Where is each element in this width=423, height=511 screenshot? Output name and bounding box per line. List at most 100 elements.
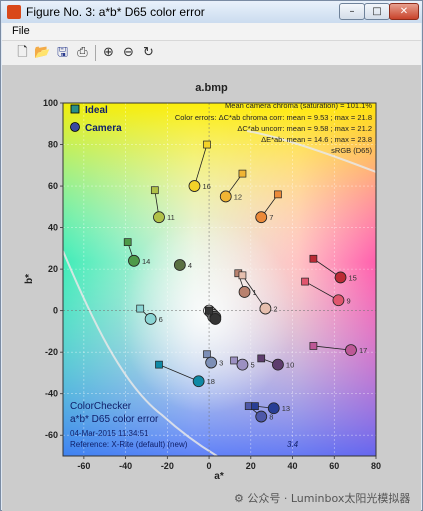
x-tick-label: 80 — [371, 461, 381, 471]
close-button[interactable]: ✕ — [389, 3, 419, 20]
x-axis-label: a* — [214, 471, 224, 482]
patch-label: 15 — [349, 273, 357, 282]
y-tick-label: 40 — [48, 223, 58, 233]
toolbar-separator — [95, 45, 96, 61]
x-tick-label: -20 — [161, 461, 174, 471]
chart-label-subtitle: a*b* D65 color error — [70, 414, 159, 425]
patch-label: 4 — [188, 261, 192, 270]
patch-label: 5 — [250, 361, 254, 370]
ideal-marker — [309, 342, 318, 350]
y-tick-label: 20 — [48, 264, 58, 274]
chart-label-colorchecker: ColorChecker — [70, 401, 132, 412]
minimize-button[interactable]: – — [339, 3, 365, 20]
ideal-marker — [251, 402, 259, 411]
camera-marker — [192, 375, 205, 388]
patch-label: 14 — [142, 257, 150, 266]
camera-marker — [188, 180, 201, 192]
patch-label: 2 — [273, 305, 277, 314]
patch-label: 3 — [219, 359, 223, 368]
corner-value: 3.4 — [287, 440, 299, 449]
camera-marker — [238, 286, 251, 298]
y-tick-label: 0 — [53, 306, 58, 316]
legend-ideal-marker — [70, 104, 80, 114]
chart-label-date: 04-Mar-2015 11:34:51 — [70, 429, 149, 438]
figure-window: Figure No. 3: a*b* D65 color error – □ ✕… — [0, 0, 423, 511]
ideal-marker — [238, 169, 247, 178]
ideal-marker — [205, 306, 213, 315]
camera-marker — [128, 254, 140, 267]
legend-ideal-label: Ideal — [85, 105, 108, 116]
ideal-marker — [155, 360, 163, 369]
zoom-out-icon[interactable]: ⊖ — [120, 44, 137, 61]
info-line-chroma-corr: Color errors: ΔC*ab chroma corr: mean = … — [175, 113, 372, 122]
patch-label: 17 — [359, 346, 367, 355]
patch-label: 18 — [207, 377, 215, 386]
camera-marker — [255, 211, 268, 224]
ideal-marker — [274, 190, 282, 199]
ideal-marker — [301, 277, 309, 286]
info-line-colorspace: sRGB (D65) — [331, 146, 372, 155]
camera-marker — [334, 271, 347, 284]
patch-label: 11 — [167, 213, 175, 222]
figure-canvas: a.bmp -60 -40 -20 0 20 40 60 80 -60 -40 … — [2, 65, 421, 511]
x-tick-label: 60 — [329, 461, 339, 471]
new-file-icon[interactable]: 🗋 — [14, 44, 31, 61]
y-axis-label: b* — [24, 274, 35, 284]
patch-label: 16 — [202, 182, 210, 191]
patch-label: 6 — [159, 315, 163, 324]
x-tick-label: 40 — [288, 461, 298, 471]
camera-marker — [255, 410, 268, 423]
patch-label: 10 — [286, 361, 294, 370]
info-line-uncorr: ΔC*ab uncorr: mean = 9.58 ; max = 21.2 — [237, 124, 372, 133]
x-tick-label: -60 — [77, 461, 90, 471]
x-tick-label: 0 — [207, 461, 212, 471]
legend-camera-label: Camera — [85, 123, 122, 134]
info-line-chroma: Mean camera chroma (saturation) = 101.1% — [225, 101, 372, 110]
chart-label-reference: Reference: X-Rite (default) (new) — [70, 440, 188, 449]
y-tick-label: -40 — [45, 389, 58, 399]
camera-marker — [272, 358, 284, 371]
y-tick-label: -60 — [45, 430, 58, 440]
y-tick-label: 100 — [43, 98, 58, 108]
patch-label: 12 — [234, 192, 242, 201]
menu-bar: File — [2, 23, 421, 40]
save-icon[interactable]: 🖫 — [54, 44, 71, 61]
y-tick-label: 80 — [48, 140, 58, 150]
camera-marker — [236, 358, 249, 371]
ideal-marker — [203, 140, 211, 149]
camera-marker — [209, 313, 222, 325]
ideal-marker — [238, 271, 247, 280]
maximize-button[interactable]: □ — [364, 3, 390, 20]
ideal-marker — [230, 356, 238, 365]
camera-marker — [332, 294, 345, 307]
y-tick-label: -20 — [45, 347, 58, 357]
toolbar: 🗋 📂 🖫 ⎙ ⊕ ⊖ ↻ — [2, 40, 421, 66]
y-tick-label: 60 — [48, 181, 58, 191]
watermark: ⚙ 公众号 · Luminbox太阳光模拟器 — [234, 492, 411, 505]
zoom-in-icon[interactable]: ⊕ — [100, 44, 117, 61]
info-line-delta-e: ΔE*ab: mean = 14.6 ; max = 23.8 — [261, 135, 372, 144]
ideal-marker — [123, 238, 132, 246]
patch-label: 13 — [282, 404, 290, 413]
camera-marker — [259, 302, 272, 315]
camera-marker — [267, 402, 280, 415]
camera-marker — [219, 190, 232, 203]
x-tick-label: -40 — [119, 461, 132, 471]
camera-marker — [345, 344, 357, 357]
camera-marker — [173, 259, 186, 271]
ideal-marker — [150, 186, 159, 195]
title-bar[interactable]: Figure No. 3: a*b* D65 color error – □ ✕ — [1, 1, 422, 23]
ideal-marker — [136, 304, 145, 313]
print-icon[interactable]: ⎙ — [74, 44, 91, 61]
ideal-marker — [309, 254, 318, 263]
patch-label: 7 — [269, 213, 273, 222]
camera-marker — [144, 313, 157, 325]
matlab-logo-icon — [7, 5, 21, 19]
camera-marker — [205, 356, 218, 369]
rotate-icon[interactable]: ↻ — [140, 44, 157, 61]
ab-color-error-plot: -60 -40 -20 0 20 40 60 80-60-40-20020406080100 … — [24, 98, 381, 482]
x-tick-label: 20 — [246, 461, 256, 471]
legend-camera-marker — [70, 122, 80, 132]
open-folder-icon[interactable]: 📂 — [34, 44, 51, 61]
menu-file[interactable]: File — [12, 25, 30, 37]
